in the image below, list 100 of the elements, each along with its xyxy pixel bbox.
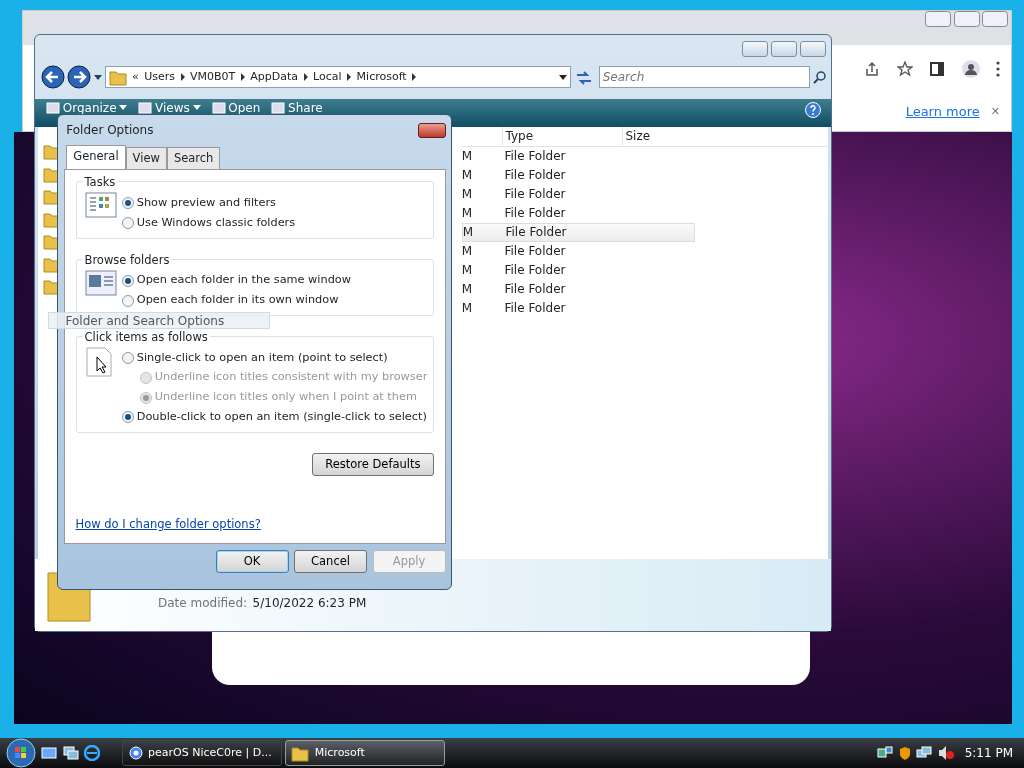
table-cell-text: File Folder [503, 262, 566, 279]
chevron-icon [303, 73, 308, 81]
learn-more-link[interactable]: Learn more [905, 102, 980, 122]
toolbar-icon [46, 101, 60, 114]
caret-icon [119, 105, 128, 110]
tab[interactable]: View [125, 147, 167, 170]
start-orb-icon[interactable] [5, 738, 36, 768]
toolbar-button[interactable]: Views [138, 101, 201, 114]
dropdown-caret-icon[interactable] [559, 74, 567, 80]
star-icon[interactable] [896, 61, 913, 77]
file-row[interactable]: M File Folder [461, 222, 695, 242]
breadcrumb-item[interactable]: VM0B0T [190, 68, 236, 86]
profile-icon[interactable] [961, 60, 980, 78]
breadcrumb-item[interactable]: Microsoft [356, 68, 407, 86]
dialog-button[interactable]: Cancel [294, 549, 367, 573]
restore-defaults-button[interactable]: Restore Defaults [312, 452, 434, 476]
breadcrumb-item[interactable]: Users [144, 68, 176, 86]
address-bar[interactable]: « Users VM0B0T AppData Local Microsoft [104, 66, 571, 88]
minimize-icon[interactable] [924, 11, 951, 27]
breadcrumb-overflow[interactable]: « [132, 68, 139, 86]
browser-icon [128, 746, 143, 760]
tab[interactable]: Search [166, 147, 221, 170]
share-icon[interactable] [864, 61, 880, 77]
table-cell-text: File Folder [503, 148, 566, 165]
warning-shield-icon [898, 745, 911, 761]
help-link[interactable]: How do I change folder options? [75, 517, 261, 531]
menu-icon[interactable] [996, 61, 1000, 77]
table-cell-text: File Folder [503, 300, 566, 317]
radio-button[interactable] [122, 217, 134, 230]
table-cell-text: M [461, 205, 474, 222]
table-cell-text: M [462, 224, 475, 241]
toolbar-icon [211, 101, 226, 114]
toolbar-icon [271, 101, 286, 114]
chevron-icon [240, 73, 245, 81]
close-icon[interactable] [982, 11, 1009, 27]
dropdown-caret-icon[interactable] [94, 74, 102, 80]
radio-button[interactable] [122, 197, 134, 210]
file-row[interactable]: M File Folder [461, 146, 695, 166]
toolbar-button[interactable]: Organize [46, 101, 128, 114]
chevron-icon [180, 73, 185, 81]
radio-option[interactable]: Double-click to open an item (single-click to select) [122, 408, 428, 426]
toolbar-icon [138, 101, 153, 114]
breadcrumb-item[interactable]: AppData [250, 68, 299, 86]
table-cell-text: File Folder [503, 205, 566, 222]
table-cell-text: M [461, 186, 474, 203]
search-field[interactable]: Search [599, 66, 810, 88]
file-row[interactable]: M File Folder [461, 279, 695, 299]
radio-button[interactable] [122, 411, 134, 424]
folder-icon [108, 68, 127, 86]
maximize-button[interactable] [770, 40, 797, 57]
dialog-button: Apply [372, 549, 446, 573]
table-cell-text: M [461, 243, 474, 260]
radio-button[interactable] [122, 294, 134, 307]
file-row[interactable]: M File Folder [461, 260, 695, 280]
table-cell-text: File Folder [503, 167, 566, 184]
chevron-icon [347, 73, 352, 81]
search-icon[interactable] [812, 70, 826, 84]
column-header[interactable]: Size [621, 127, 702, 145]
sidebar-icon[interactable] [929, 61, 945, 77]
windows-icon[interactable] [62, 746, 79, 760]
browser-icon[interactable] [84, 745, 100, 761]
radio-option: Underline icon titles consistent with my browser [140, 369, 428, 387]
tab[interactable]: General [66, 145, 126, 171]
radio-button[interactable] [122, 274, 134, 287]
caret-icon [192, 105, 201, 110]
file-row[interactable]: M File Folder [461, 165, 695, 185]
table-cell-text: M [461, 300, 474, 317]
desktop-icon[interactable] [41, 746, 57, 760]
dialog-button[interactable]: OK [215, 549, 289, 573]
toolbar-button[interactable]: Share [271, 101, 323, 114]
table-cell-text: M [461, 167, 474, 184]
radio-option[interactable]: Open each folder in its own window [122, 292, 351, 309]
toolbar-button[interactable]: Open [211, 101, 261, 114]
maximize-icon[interactable] [953, 11, 980, 27]
file-row[interactable]: M File Folder [461, 184, 695, 204]
file-row[interactable]: M File Folder [461, 241, 695, 261]
folder-icon [291, 744, 310, 762]
taskbar-button[interactable]: pearOS NiceC0re | D... [122, 740, 282, 766]
minimize-button[interactable] [742, 40, 768, 57]
breadcrumb-item[interactable]: Local [313, 68, 342, 86]
help-icon[interactable] [805, 101, 821, 118]
radio-option: Underline icon titles only when I point at them [140, 389, 428, 407]
table-cell-text: File Folder [503, 281, 566, 298]
radio-option[interactable]: Open each folder in the same window [122, 272, 351, 290]
taskbar-button[interactable]: Microsoft [284, 740, 445, 766]
drag-ghost-label: Folder and Search Options [48, 312, 270, 329]
network-icon [877, 746, 894, 760]
file-row[interactable]: M File Folder [461, 298, 695, 318]
radio-option[interactable]: Show preview and filters [122, 195, 296, 212]
radio-option[interactable]: Single-click to open an item (point to select) [122, 349, 428, 367]
dialog-title: Folder Options [66, 122, 154, 139]
table-cell-text: File Folder [504, 224, 567, 241]
computers-icon [916, 746, 933, 760]
column-header[interactable]: Type [501, 127, 622, 145]
close-button[interactable]: ✕ [990, 103, 1000, 121]
radio-button[interactable] [122, 352, 134, 365]
details-label: Date modified: [158, 595, 248, 613]
radio-option[interactable]: Use Windows classic folders [122, 214, 296, 232]
close-button[interactable] [417, 122, 446, 138]
file-row[interactable]: M File Folder [461, 203, 695, 223]
